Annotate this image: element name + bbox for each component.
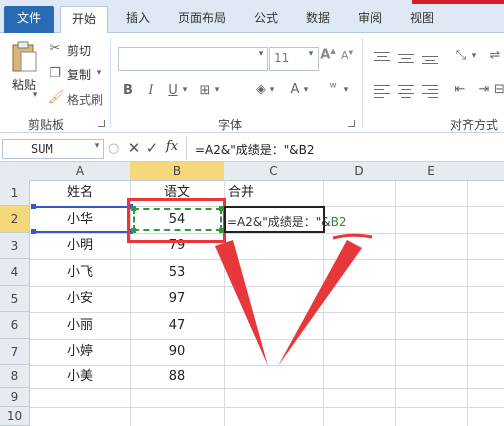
annotation-arrows (215, 233, 373, 366)
arrow-right (278, 240, 362, 366)
arrow-left (215, 240, 268, 366)
annotation-underline (332, 233, 373, 240)
